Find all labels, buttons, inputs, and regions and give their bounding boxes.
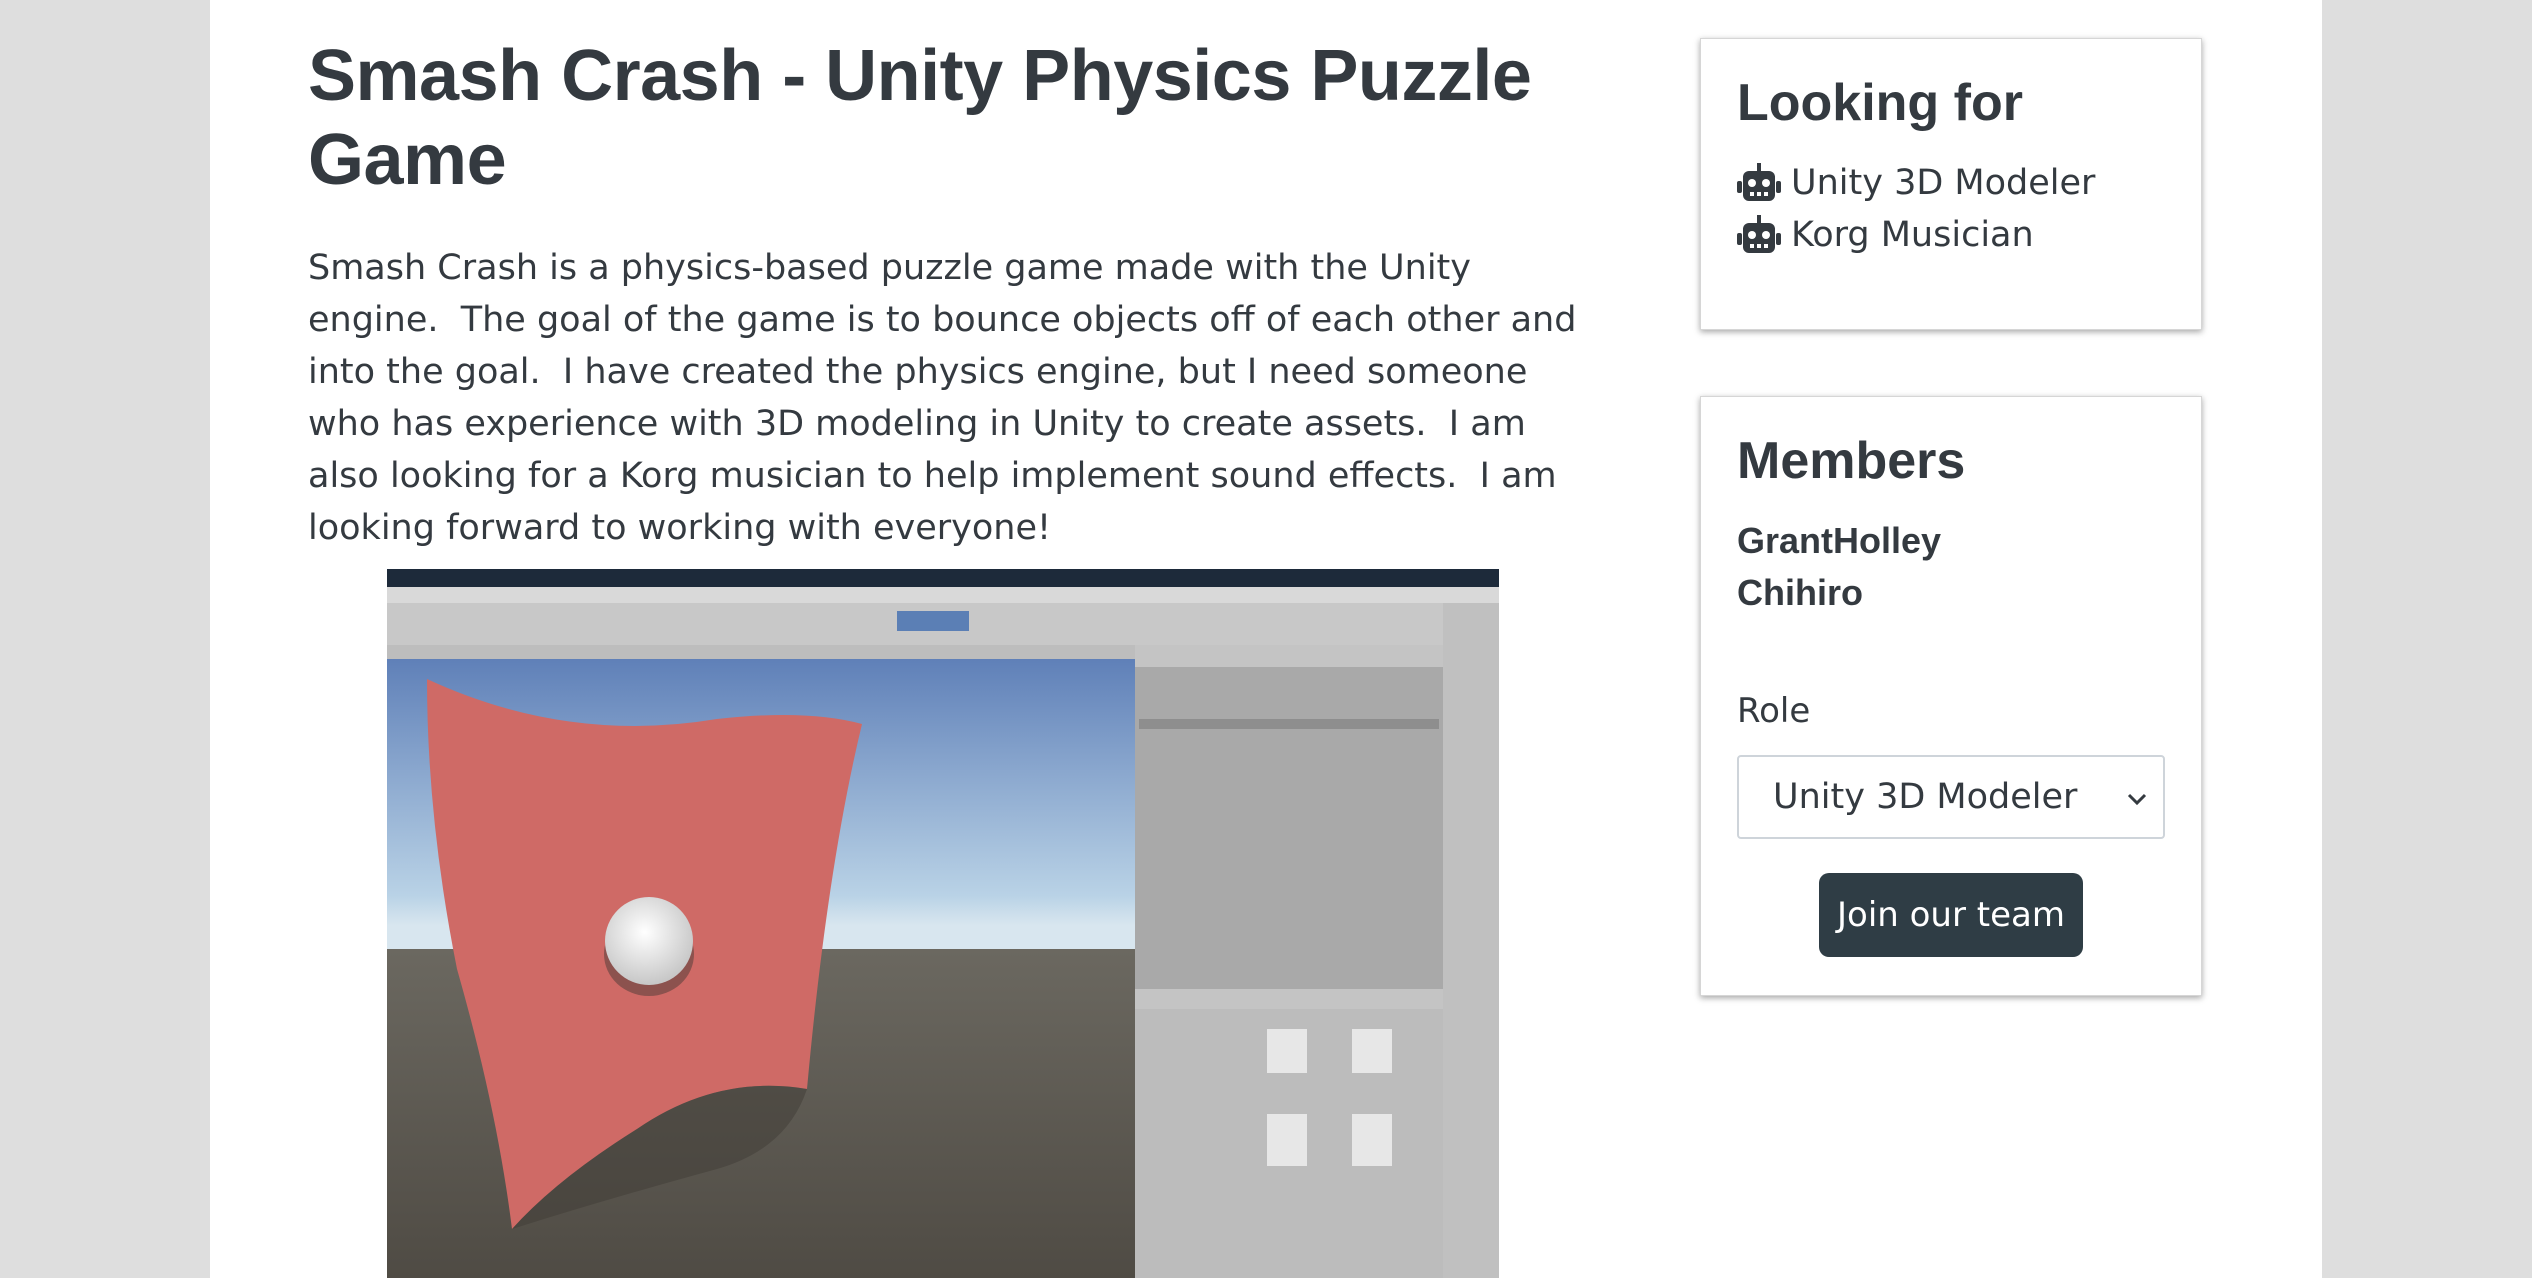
role-label: Role — [1737, 691, 1811, 731]
join-team-button[interactable]: Join our team — [1819, 873, 2083, 957]
member-name[interactable]: Chihiro — [1737, 567, 1941, 619]
role-select-value: Unity 3D Modeler — [1773, 777, 2078, 817]
looking-for-list: Unity 3D Modeler Korg Musician — [1737, 157, 2095, 261]
members-title: Members — [1737, 432, 1966, 490]
project-title: Smash Crash - Unity Physics Puzzle Game — [308, 36, 1532, 200]
role-select[interactable]: Unity 3D Modeler — [1737, 755, 2165, 839]
looking-for-title: Looking for — [1737, 74, 2023, 132]
looking-for-role-label: Unity 3D Modeler — [1791, 163, 2096, 203]
looking-for-role-label: Korg Musician — [1791, 215, 2034, 255]
looking-for-card: Looking for Unity 3D Modeler Korg Musici… — [1700, 38, 2202, 330]
looking-for-item: Korg Musician — [1737, 209, 2095, 261]
game-screenshot — [387, 569, 1499, 1278]
robot-icon — [1737, 215, 1781, 253]
project-page: Smash Crash - Unity Physics Puzzle Game … — [210, 0, 2322, 1278]
member-name[interactable]: GrantHolley — [1737, 515, 1941, 567]
chevron-down-icon — [2127, 793, 2147, 806]
robot-icon — [1737, 163, 1781, 201]
member-list: GrantHolley Chihiro — [1737, 515, 1941, 619]
looking-for-item: Unity 3D Modeler — [1737, 157, 2095, 209]
project-description: Smash Crash is a physics-based puzzle ga… — [308, 248, 1588, 548]
members-card: Members GrantHolley Chihiro Role Unity 3… — [1700, 396, 2202, 996]
project-main: Smash Crash - Unity Physics Puzzle Game … — [308, 34, 1588, 554]
